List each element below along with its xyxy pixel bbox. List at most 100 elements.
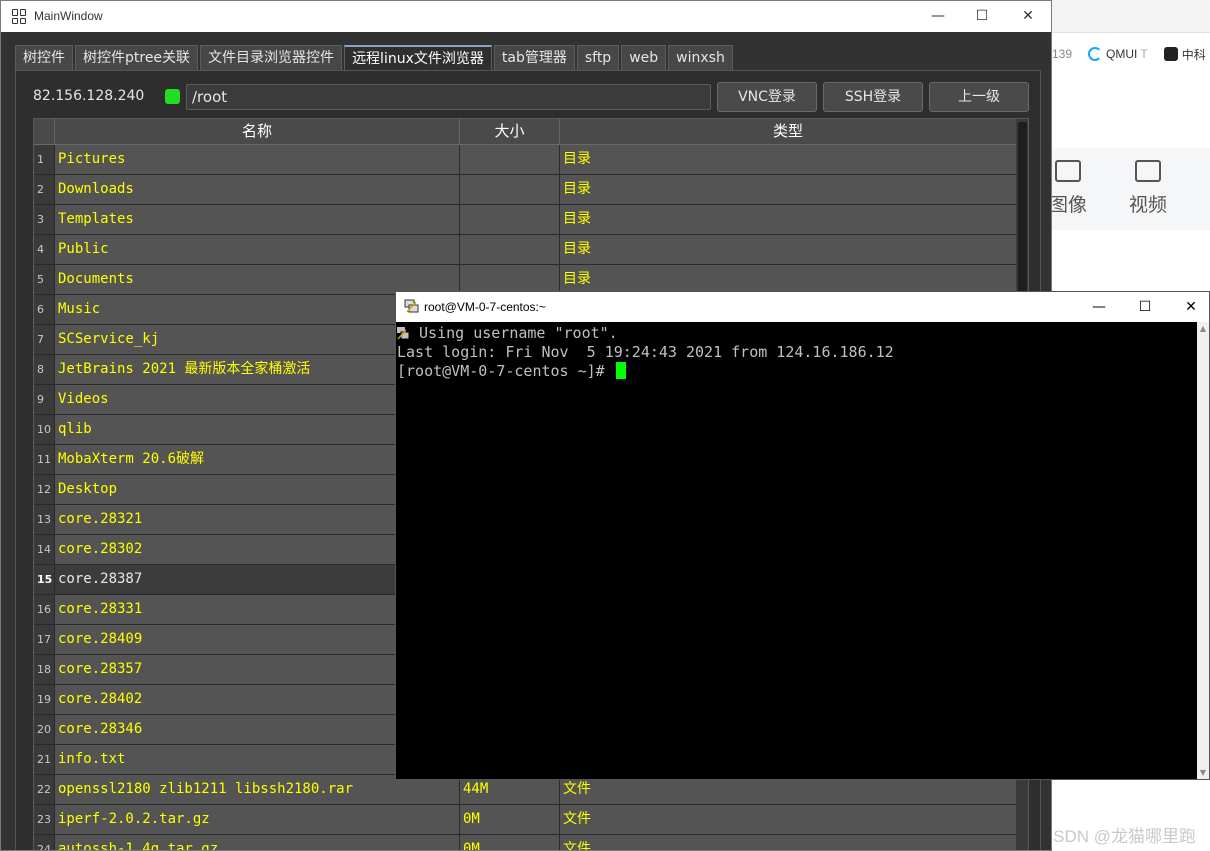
shield-icon: [1163, 47, 1178, 61]
file-type-cell[interactable]: 目录: [560, 235, 1016, 264]
table-row[interactable]: 2 Downloads 目录: [34, 175, 1016, 205]
row-index: 23: [34, 805, 55, 834]
file-name-cell[interactable]: Pictures: [55, 145, 460, 174]
bookmark-zhongke[interactable]: 中科: [1163, 46, 1206, 63]
scroll-up-arrow-icon[interactable]: ▲: [1199, 324, 1207, 333]
file-name-cell[interactable]: Downloads: [55, 175, 460, 204]
tab-4[interactable]: tab管理器: [493, 45, 575, 70]
bookmark-qmui[interactable]: QMUI T: [1088, 47, 1148, 61]
terminal-line-3: [root@VM-0-7-centos ~]#: [397, 362, 626, 380]
row-index: 7: [34, 325, 55, 354]
file-size-cell[interactable]: [460, 145, 560, 174]
parent-directory-button[interactable]: 上一级: [929, 82, 1029, 112]
bookmark-qmui-label: QMUI: [1106, 47, 1138, 61]
file-name-cell[interactable]: iperf-2.0.2.tar.gz: [55, 805, 460, 834]
ssh-terminal-window: root@VM-0-7-centos:~ — ☐ ✕ Using usernam…: [395, 291, 1210, 780]
video-tool-button[interactable]: 视频: [1118, 160, 1178, 217]
file-name-cell[interactable]: Public: [55, 235, 460, 264]
vnc-login-button[interactable]: VNC登录: [717, 82, 817, 112]
row-index: 14: [34, 535, 55, 564]
file-type-cell[interactable]: 目录: [560, 145, 1016, 174]
qmui-icon: [1088, 47, 1103, 61]
terminal-close-button[interactable]: ✕: [1168, 292, 1210, 322]
table-row[interactable]: 1 Pictures 目录: [34, 145, 1016, 175]
terminal-output[interactable]: Using username "root". Last login: Fri N…: [396, 322, 1197, 779]
file-name-cell[interactable]: Documents: [55, 265, 460, 294]
background-bookmarks-bar: 139 QMUI T 中科: [1050, 40, 1210, 68]
tab-3[interactable]: 远程linux文件浏览器: [344, 45, 492, 70]
file-type-cell[interactable]: 文件: [560, 835, 1016, 850]
terminal-scrollbar[interactable]: ▲ ▼: [1197, 322, 1209, 779]
tab-7[interactable]: winxsh: [668, 45, 733, 70]
row-index: 13: [34, 505, 55, 534]
row-index: 17: [34, 625, 55, 654]
path-input[interactable]: /root: [186, 84, 711, 110]
tab-5[interactable]: sftp: [576, 45, 620, 70]
file-size-cell[interactable]: 0M: [460, 835, 560, 850]
tab-2[interactable]: 文件目录浏览器控件: [200, 45, 343, 70]
image-tool-label: 图像: [1050, 194, 1087, 216]
file-size-cell[interactable]: 0M: [460, 805, 560, 834]
file-size-cell[interactable]: [460, 235, 560, 264]
bookmark-number: 139: [1052, 47, 1073, 61]
table-row[interactable]: 23 iperf-2.0.2.tar.gz 0M 文件: [34, 805, 1016, 835]
terminal-title: root@VM-0-7-centos:~: [424, 300, 546, 314]
file-size-cell[interactable]: [460, 175, 560, 204]
connection-status-indicator: [165, 89, 180, 104]
table-row[interactable]: 4 Public 目录: [34, 235, 1016, 265]
row-index: 10: [34, 415, 55, 444]
row-index: 5: [34, 265, 55, 294]
row-index: 16: [34, 595, 55, 624]
ssh-login-button[interactable]: SSH登录: [823, 82, 923, 112]
file-type-cell[interactable]: 文件: [560, 805, 1016, 834]
image-icon: [1055, 160, 1081, 182]
row-index: 6: [34, 295, 55, 324]
terminal-maximize-button[interactable]: ☐: [1122, 292, 1168, 322]
terminal-line-2: Last login: Fri Nov 5 19:24:43 2021 from…: [397, 343, 894, 361]
row-index: 18: [34, 655, 55, 684]
header-corner: [34, 119, 55, 145]
putty-icon: [404, 299, 419, 313]
table-row[interactable]: 24 autossh-1.4g.tar.gz 0M 文件: [34, 835, 1016, 850]
file-type-cell[interactable]: 目录: [560, 205, 1016, 234]
terminal-prompt: [root@VM-0-7-centos ~]#: [397, 362, 614, 380]
column-header-type[interactable]: 类型: [560, 119, 1016, 145]
background-browser-topbar: [1050, 0, 1210, 33]
table-header: 名称 大小 类型: [34, 119, 1016, 145]
terminal-line-1: Using username "root".: [397, 324, 618, 342]
table-row[interactable]: 3 Templates 目录: [34, 205, 1016, 235]
csdn-watermark: CSDN @龙猫哪里跑: [1040, 827, 1196, 846]
file-size-cell[interactable]: [460, 265, 560, 294]
video-icon: [1135, 160, 1161, 182]
file-type-cell[interactable]: 目录: [560, 265, 1016, 294]
app-grid-icon: [12, 9, 27, 24]
file-name-cell[interactable]: Templates: [55, 205, 460, 234]
main-titlebar: MainWindow — ☐ ✕: [1, 1, 1051, 32]
image-tool-button[interactable]: 图像: [1050, 160, 1098, 217]
terminal-cursor: [615, 362, 626, 379]
bookmark-qmui-suffix: T: [1140, 47, 1148, 61]
file-size-cell[interactable]: [460, 205, 560, 234]
close-button[interactable]: ✕: [1005, 1, 1051, 31]
row-index: 22: [34, 775, 55, 804]
maximize-button[interactable]: ☐: [959, 1, 1005, 31]
window-title: MainWindow: [34, 9, 103, 23]
host-address: 82.156.128.240: [33, 88, 145, 104]
terminal-minimize-button[interactable]: —: [1076, 292, 1122, 322]
tab-6[interactable]: web: [621, 45, 667, 70]
tab-0[interactable]: 树控件: [15, 45, 73, 70]
row-index: 1: [34, 145, 55, 174]
file-name-cell[interactable]: autossh-1.4g.tar.gz: [55, 835, 460, 850]
row-index: 8: [34, 355, 55, 384]
row-index: 4: [34, 235, 55, 264]
minimize-button[interactable]: —: [915, 1, 961, 31]
scrollbar-thumb[interactable]: [1018, 122, 1027, 302]
column-header-size[interactable]: 大小: [460, 119, 560, 145]
terminal-line-1-text: Using username "root".: [419, 324, 618, 342]
row-index: 2: [34, 175, 55, 204]
column-header-name[interactable]: 名称: [55, 119, 460, 145]
scroll-down-arrow-icon[interactable]: ▼: [1199, 768, 1207, 777]
tab-1[interactable]: 树控件ptree关联: [75, 45, 199, 70]
row-index: 11: [34, 445, 55, 474]
file-type-cell[interactable]: 目录: [560, 175, 1016, 204]
